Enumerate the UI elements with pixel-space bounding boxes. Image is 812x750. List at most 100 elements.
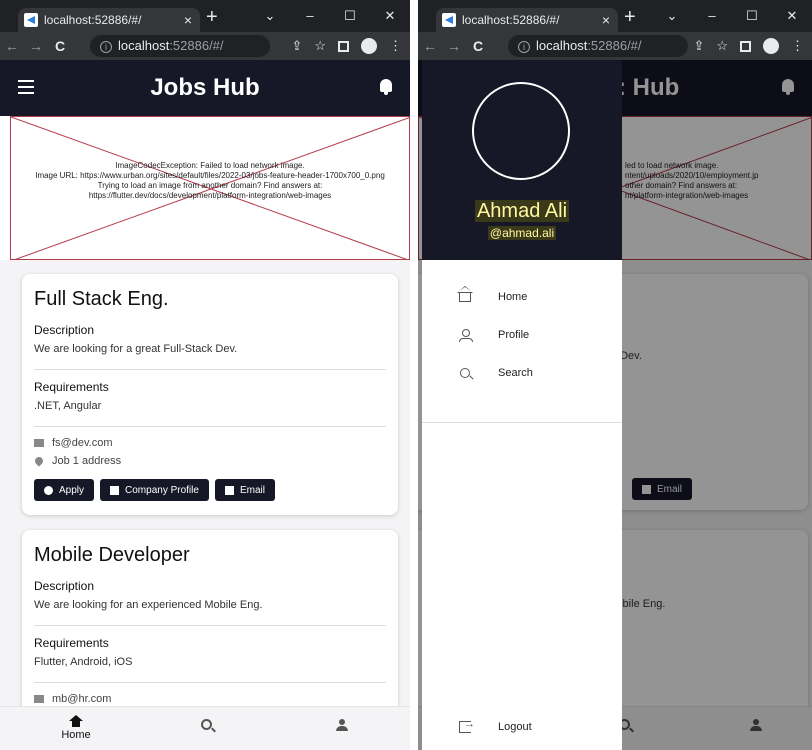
toolbar-icons: ⇪ ☆ ⋮ xyxy=(291,32,402,60)
drawer-item-home[interactable]: Home xyxy=(422,278,622,316)
tab-search-icon[interactable]: ⌄ xyxy=(652,0,692,32)
bookmark-star-icon[interactable]: ☆ xyxy=(314,38,326,54)
contact-email: fs@dev.com xyxy=(34,437,386,449)
job-actions: Apply Company Profile Email xyxy=(34,479,386,501)
drawer-divider xyxy=(422,422,622,423)
new-tab-button[interactable]: + xyxy=(624,6,636,29)
forward-icon[interactable]: → xyxy=(442,38,466,54)
bottom-navigation: Home xyxy=(0,706,410,750)
more-menu-icon[interactable]: ⋮ xyxy=(791,38,804,54)
toolbar-icons: ⇪ ☆ ⋮ xyxy=(693,32,804,60)
job-description: We are looking for an experienced Mobile… xyxy=(34,599,386,626)
browser-tab[interactable]: localhost:52886/#/ × xyxy=(18,8,200,32)
notification-bell-icon[interactable] xyxy=(378,78,394,96)
info-icon[interactable]: i xyxy=(100,41,112,53)
side-panel-icon[interactable] xyxy=(338,40,349,52)
contact-address: Job 1 address xyxy=(33,455,386,467)
image-error-message: ImageCodecException: Failed to load netw… xyxy=(35,161,385,200)
apply-button[interactable]: Apply xyxy=(34,479,95,501)
close-window-button[interactable]: ✕ xyxy=(772,0,812,32)
avatar xyxy=(472,82,570,180)
info-icon[interactable]: i xyxy=(518,41,530,53)
profile-avatar-icon[interactable] xyxy=(763,38,779,54)
reload-icon[interactable]: C xyxy=(48,38,72,54)
job-card: Mobile Developer Description We are look… xyxy=(22,530,398,706)
drawer-item-logout[interactable]: Logout xyxy=(422,708,622,746)
job-title: Mobile Developer xyxy=(34,544,190,566)
tab-close-icon[interactable]: × xyxy=(602,8,610,32)
url-host: localhost xyxy=(118,38,170,53)
company-profile-button[interactable]: Company Profile xyxy=(100,479,209,501)
back-icon[interactable]: ← xyxy=(0,38,24,54)
mail-icon xyxy=(34,695,44,703)
building-icon xyxy=(110,485,120,495)
browser-window-left: localhost:52886/#/ × + ⌄ – ☐ ✕ ← → C i lo… xyxy=(0,0,410,750)
drawer-item-profile[interactable]: Profile xyxy=(422,316,622,354)
side-panel-icon[interactable] xyxy=(740,40,751,52)
maximize-button[interactable]: ☐ xyxy=(330,0,370,32)
profile-avatar-icon[interactable] xyxy=(361,38,377,54)
reload-icon[interactable]: C xyxy=(466,38,490,54)
email-button[interactable]: Email xyxy=(214,479,275,501)
drawer-item-label: Profile xyxy=(498,329,530,341)
tab-bar: localhost:52886/#/ × + ⌄ – ☐ ✕ xyxy=(0,0,410,32)
minimize-button[interactable]: – xyxy=(290,0,330,32)
drawer-item-label: Logout xyxy=(498,721,532,733)
navigation-drawer: Ahmad Ali @ahmad.ali Home Profile Search xyxy=(422,60,622,750)
url-path: :52886/#/ xyxy=(169,38,224,53)
address-field[interactable]: i localhost:52886/#/ xyxy=(90,35,270,57)
location-pin-icon xyxy=(33,455,45,467)
drawer-item-label: Search xyxy=(498,367,533,379)
close-window-button[interactable]: ✕ xyxy=(370,0,410,32)
user-handle: @ahmad.ali xyxy=(487,226,557,240)
job-title: Full Stack Eng. xyxy=(34,288,169,310)
job-list[interactable]: Full Stack Eng. Description We are looki… xyxy=(0,260,410,706)
contact-email: mb@hr.com xyxy=(34,693,386,705)
tab-search-icon[interactable]: ⌄ xyxy=(250,0,290,32)
new-tab-button[interactable]: + xyxy=(206,6,218,29)
window-controls: ⌄ – ☐ ✕ xyxy=(250,0,410,32)
nav-search[interactable] xyxy=(176,715,236,734)
person-icon xyxy=(459,329,473,342)
app-title: Jobs Hub xyxy=(150,74,260,101)
browser-tab[interactable]: localhost:52886/#/ × xyxy=(436,8,618,32)
job-description: We are looking for a great Full-Stack De… xyxy=(34,343,386,370)
logout-icon xyxy=(459,718,475,733)
forward-icon[interactable]: → xyxy=(24,38,48,54)
browser-window-right: localhost:52886/#/ × + ⌄ – ☐ ✕ ← → C i lo… xyxy=(418,0,812,750)
user-name: Ahmad Ali xyxy=(474,200,570,222)
check-circle-icon xyxy=(44,485,53,495)
bookmark-star-icon[interactable]: ☆ xyxy=(716,38,728,54)
home-icon xyxy=(69,715,83,727)
url-bar: ← → C i localhost:52886/#/ ⇪ ☆ ⋮ xyxy=(0,32,410,60)
flutter-favicon-icon xyxy=(442,13,456,27)
url-host: localhost xyxy=(536,38,588,53)
url-bar: ← → C i localhost:52886/#/ ⇪ ☆ ⋮ xyxy=(418,32,812,60)
minimize-button[interactable]: – xyxy=(692,0,732,32)
broken-image-placeholder: ImageCodecException: Failed to load netw… xyxy=(10,116,410,261)
address-field[interactable]: i localhost:52886/#/ xyxy=(508,35,688,57)
back-icon[interactable]: ← xyxy=(418,38,442,54)
drawer-item-search[interactable]: Search xyxy=(422,354,622,392)
maximize-button[interactable]: ☐ xyxy=(732,0,772,32)
search-icon xyxy=(460,368,470,378)
mail-icon xyxy=(34,439,44,447)
requirements-label: Requirements xyxy=(34,380,109,394)
person-icon xyxy=(336,719,348,731)
share-icon[interactable]: ⇪ xyxy=(693,38,704,54)
tab-title: localhost:52886/#/ xyxy=(462,13,560,27)
window-controls: ⌄ – ☐ ✕ xyxy=(652,0,812,32)
url-path: :52886/#/ xyxy=(587,38,642,53)
share-icon[interactable]: ⇪ xyxy=(291,38,302,54)
job-requirements: Flutter, Android, iOS xyxy=(34,656,386,683)
tab-bar: localhost:52886/#/ × + ⌄ – ☐ ✕ xyxy=(418,0,812,32)
mail-icon xyxy=(224,485,234,495)
more-menu-icon[interactable]: ⋮ xyxy=(389,38,402,54)
description-label: Description xyxy=(34,323,95,337)
nav-home-label: Home xyxy=(61,729,91,741)
home-icon xyxy=(459,292,471,302)
tab-close-icon[interactable]: × xyxy=(184,8,192,32)
screenshot: localhost:52886/#/ × + ⌄ – ☐ ✕ ← → C i lo… xyxy=(0,0,812,750)
nav-profile[interactable] xyxy=(312,715,372,735)
nav-home[interactable]: Home xyxy=(46,715,106,741)
